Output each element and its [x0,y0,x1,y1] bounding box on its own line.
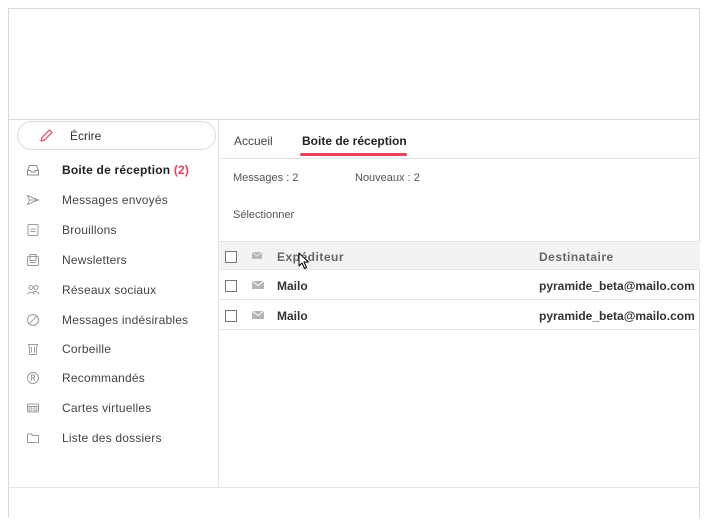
sidebar-item-label: Recommandés [62,371,145,385]
sidebar-item-label: Brouillons [62,223,117,237]
compose-button[interactable]: Écrire [17,121,216,150]
sidebar-item-label: Cartes virtuelles [62,401,152,415]
sidebar-item-inbox[interactable]: Boite de réception (2) [8,158,218,182]
newsletter-icon [27,254,39,266]
compose-label: Écrire [70,129,102,143]
folder-icon [27,433,39,443]
row-checkbox[interactable] [225,310,237,322]
sidebar-item-label: Newsletters [62,253,127,267]
sidebar-item-trash[interactable]: Corbeille [8,337,218,361]
registered-icon [27,372,39,384]
row-recipient: pyramide_beta@mailo.com [539,279,695,293]
unread-count: (2) [173,163,190,177]
envelope-icon [252,281,264,289]
sidebar-item-drafts[interactable]: Brouillons [8,218,218,242]
draft-document-icon [27,224,39,236]
active-tab-indicator [300,153,407,156]
sidebar-item-folders[interactable]: Liste des dossiers [8,426,218,450]
main-panel: Accueil Boite de réception Messages : 2 … [219,120,700,487]
sidebar-item-newsletters[interactable]: Newsletters [8,248,218,272]
paper-plane-icon [26,194,40,206]
sidebar-item-sent[interactable]: Messages envoyés [8,188,218,212]
sidebar: Écrire Boite de réception (2) Messages e… [8,120,219,487]
trash-icon [28,344,38,355]
select-button[interactable]: Sélectionner [233,209,294,221]
sidebar-item-registered[interactable]: Recommandés [8,366,218,390]
row-sender: Mailo [277,279,308,293]
people-icon [27,285,39,295]
mouse-pointer-icon [298,252,309,269]
row-checkbox[interactable] [225,280,237,292]
envelope-icon [252,252,262,259]
sidebar-item-label: Messages indésirables [62,313,189,327]
sidebar-item-label: Messages envoyés [62,193,168,207]
new-messages-count: Nouveaux : 2 [355,172,420,184]
messages-count: Messages : 2 [233,172,299,184]
tab-bar: Accueil Boite de réception [219,120,700,159]
column-header-sender[interactable]: Expéditeur [277,250,344,264]
select-all-checkbox[interactable] [225,251,237,263]
tab-inbox[interactable]: Boite de réception [302,134,407,148]
inbox-tray-icon [27,165,39,176]
sidebar-item-label: Boite de réception (2) [62,163,190,177]
sidebar-item-label: Corbeille [62,342,112,356]
table-header: Expéditeur Destinataire [219,241,700,270]
table-row[interactable]: Mailo pyramide_beta@mailo.com [219,300,700,330]
row-recipient: pyramide_beta@mailo.com [539,309,695,323]
row-sender: Mailo [277,309,308,323]
sidebar-item-virtual-cards[interactable]: Cartes virtuelles [8,396,218,420]
envelope-icon [252,311,264,319]
table-row[interactable]: Mailo pyramide_beta@mailo.com [219,270,700,300]
sidebar-item-label: Réseaux sociaux [62,283,157,297]
sidebar-item-spam[interactable]: Messages indésirables [8,308,218,332]
spam-block-icon [27,314,39,326]
sidebar-item-label: Liste des dossiers [62,431,162,445]
column-header-recipient[interactable]: Destinataire [539,250,614,264]
pencil-icon [40,129,53,142]
bottom-divider [8,487,700,488]
tab-home[interactable]: Accueil [234,134,273,148]
virtual-card-icon [27,403,39,413]
sidebar-item-social[interactable]: Réseaux sociaux [8,278,218,302]
